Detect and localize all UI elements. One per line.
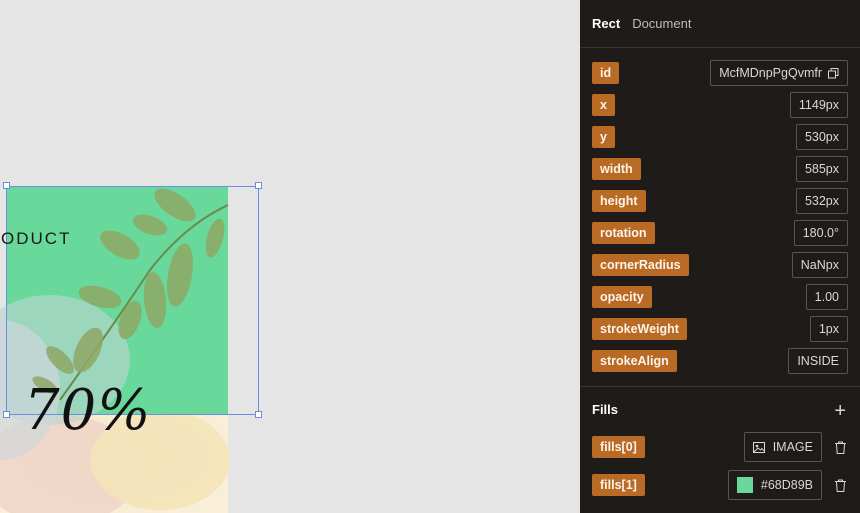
property-row-y: y 530px — [592, 124, 848, 150]
trash-icon[interactable] — [832, 476, 848, 494]
property-x-field[interactable]: 1149px — [789, 92, 848, 118]
color-swatch[interactable] — [736, 477, 753, 493]
property-key: strokeAlign — [592, 350, 677, 372]
resize-handle-top-left[interactable] — [3, 182, 10, 189]
property-row-width: width 585px — [592, 156, 848, 182]
property-id-field[interactable]: McfMDnpPgQvmfr — [710, 60, 848, 86]
property-stroke-weight-field[interactable]: 1px — [809, 316, 848, 342]
property-key: width — [592, 158, 641, 180]
fill-image-field[interactable]: IMAGE — [743, 432, 822, 462]
fills-section-title: Fills — [592, 402, 619, 417]
add-fill-button[interactable]: + — [834, 401, 846, 421]
property-value: McfMDnpPgQvmfr — [719, 66, 822, 80]
property-rotation-field[interactable]: 180.0° — [793, 220, 848, 246]
resize-handle-bottom-left[interactable] — [3, 411, 10, 418]
tab-document[interactable]: Document — [632, 16, 691, 31]
property-opacity-field[interactable]: 1.00 — [805, 284, 848, 310]
fill-controls: #68D89B — [727, 470, 848, 500]
resize-handle-top-right[interactable] — [255, 182, 262, 189]
fill-key: fills[1] — [592, 474, 645, 496]
trash-icon[interactable] — [832, 438, 848, 456]
property-key: y — [592, 126, 615, 148]
property-key: cornerRadius — [592, 254, 689, 276]
property-row-height: height 532px — [592, 188, 848, 214]
design-canvas[interactable]: ODUCT 70% — [0, 0, 580, 513]
section-divider — [580, 386, 860, 387]
property-y-field[interactable]: 530px — [795, 124, 848, 150]
image-icon — [752, 441, 765, 453]
fill-value: IMAGE — [772, 440, 813, 454]
fill-row-1: fills[1] #68D89B — [592, 470, 848, 500]
tab-rect[interactable]: Rect — [592, 16, 620, 31]
property-row-id: id McfMDnpPgQvmfr — [592, 60, 848, 86]
properties-panel: Rect Document id McfMDnpPgQvmfr x 1149px… — [580, 0, 860, 513]
property-row-opacity: opacity 1.00 — [592, 284, 848, 310]
copy-icon[interactable] — [828, 67, 839, 79]
property-row-stroke-weight: strokeWeight 1px — [592, 316, 848, 342]
fill-value: #68D89B — [760, 478, 813, 492]
property-stroke-align-field[interactable]: INSIDE — [788, 348, 848, 374]
property-row-rotation: rotation 180.0° — [592, 220, 848, 246]
property-row-corner-radius: cornerRadius NaNpx — [592, 252, 848, 278]
property-corner-radius-field[interactable]: NaNpx — [791, 252, 848, 278]
property-key: strokeWeight — [592, 318, 687, 340]
property-key: opacity — [592, 286, 652, 308]
property-row-x: x 1149px — [592, 92, 848, 118]
fill-color-field[interactable]: #68D89B — [727, 470, 822, 500]
discount-text: 70% — [24, 378, 152, 443]
panel-tabs: Rect Document — [580, 0, 860, 48]
fill-controls: IMAGE — [743, 432, 848, 462]
property-key: height — [592, 190, 646, 212]
property-key: rotation — [592, 222, 655, 244]
property-width-field[interactable]: 585px — [795, 156, 848, 182]
product-heading-text: ODUCT — [1, 229, 72, 248]
property-row-stroke-align: strokeAlign INSIDE — [592, 348, 848, 374]
fill-key: fills[0] — [592, 436, 645, 458]
property-key: id — [592, 62, 620, 84]
fill-row-0: fills[0] IMAGE — [592, 432, 848, 462]
property-key: x — [592, 94, 615, 116]
resize-handle-bottom-right[interactable] — [255, 411, 262, 418]
property-height-field[interactable]: 532px — [795, 188, 848, 214]
